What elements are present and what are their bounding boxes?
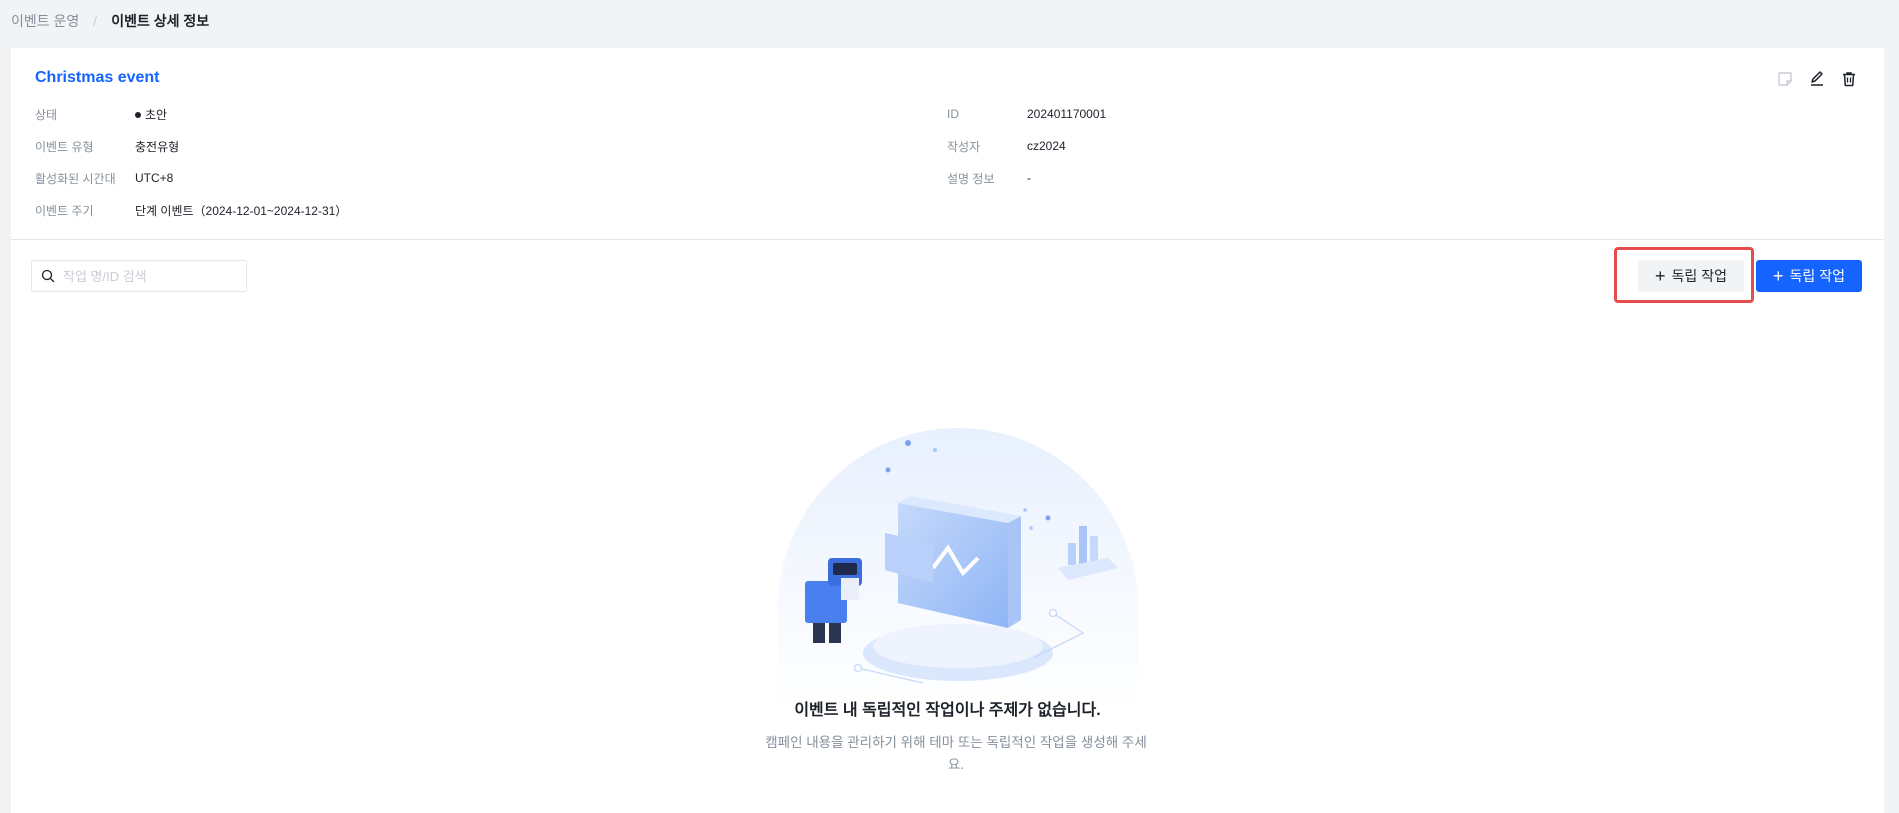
search-input[interactable] [63,268,233,284]
event-title: Christmas event [35,69,160,86]
empty-state-illustration-icon [778,428,1138,708]
event-info-section: Christmas event 상태 초안 이벤트 유형 충전유형 활성화된 시… [11,48,1884,240]
search-icon [41,269,55,283]
plus-icon: + [1655,266,1666,286]
field-label: 이벤트 유형 [35,139,94,154]
status-value: 초안 [145,107,168,122]
empty-state-description-line: 캠페인 내용을 관리하기 위해 테마 또는 독립적인 작업을 생성해 주세 [765,735,1147,750]
field-label: 설명 정보 [947,171,995,186]
empty-state-title: 이벤트 내 독립적인 작업이나 주제가 없습니다. [794,702,1101,719]
field-status: 상태 초안 [35,105,167,123]
field-timezone: 활성화된 시간대 UTC+8 [35,169,173,187]
field-id: ID 202401170001 [947,105,1106,123]
field-label: 이벤트 주기 [35,203,94,218]
edit-icon[interactable] [1808,70,1826,88]
field-event-period: 이벤트 주기 단계 이벤트（2024-12-01~2024-12-31） [35,201,347,219]
button-label: 독립 작업 [1789,268,1845,284]
field-label: 활성화된 시간대 [35,171,116,186]
note-icon[interactable] [1776,70,1794,88]
status-badge: 초안 [135,106,167,123]
field-value: - [1027,171,1031,185]
field-value: 충전유형 [135,139,180,154]
empty-state-description: 캠페인 내용을 관리하기 위해 테마 또는 독립적인 작업을 생성해 주세 요. [751,732,1161,776]
field-label: 상태 [35,107,58,122]
task-search[interactable] [31,260,247,292]
button-label: 독립 작업 [1671,268,1727,284]
breadcrumb-current: 이벤트 상세 정보 [111,13,210,29]
breadcrumb: 이벤트 운영 / 이벤트 상세 정보 [11,11,209,31]
empty-state-description-line: 요. [947,757,965,772]
field-label: 작성자 [947,139,981,154]
field-value: 202401170001 [1027,107,1107,121]
event-detail-card: Christmas event 상태 초안 이벤트 유형 충전유형 활성화된 시… [11,48,1884,813]
breadcrumb-parent[interactable]: 이벤트 운영 [11,11,79,31]
field-value: 단계 이벤트（2024-12-01~2024-12-31） [135,203,348,218]
field-event-type: 이벤트 유형 충전유형 [35,137,179,155]
delete-icon[interactable] [1840,70,1858,88]
field-description: 설명 정보 - [947,169,1031,187]
plus-icon: + [1773,266,1784,286]
breadcrumb-separator: / [93,13,98,29]
field-label: ID [947,107,959,121]
field-value: cz2024 [1027,139,1066,153]
field-author: 작성자 cz2024 [947,137,1066,155]
status-dot-icon [135,112,141,119]
add-independent-task-button-secondary[interactable]: + 독립 작업 [1638,260,1744,292]
event-actions [1776,70,1858,88]
add-independent-task-button-primary[interactable]: + 독립 작업 [1756,260,1862,292]
field-value: UTC+8 [135,171,174,185]
